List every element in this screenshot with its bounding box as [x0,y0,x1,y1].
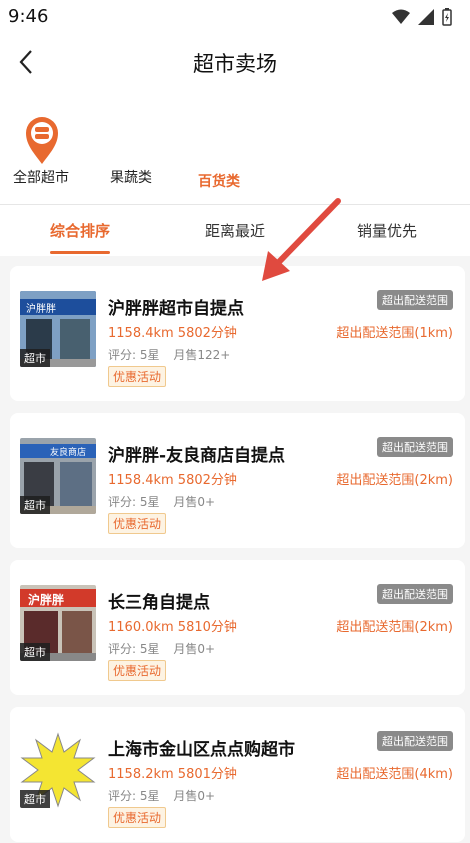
promo-tag: 优惠活动 [108,513,167,534]
store-rating: 评分: 5星 [108,348,160,362]
store-name: 长三角自提点 [108,593,210,613]
annotation-arrow-icon [262,198,341,281]
store-sales: 月售0+ [173,495,216,509]
tab-sales[interactable]: 销量优先 [327,220,447,241]
store-distance: 1158.4km 5802分钟 [108,473,237,488]
store-sales: 月售122+ [173,348,231,362]
store-meta: 评分: 5星 月售0+ [108,787,215,804]
tab-comprehensive[interactable]: 综合排序 [20,220,140,241]
category-produce[interactable]: 果蔬类 [98,167,164,187]
nav-bar: 超市卖场 [0,34,470,90]
range-badge: 超出配送范围 [377,731,453,751]
store-meta: 评分: 5星 月售0+ [108,493,215,510]
range-badge: 超出配送范围 [377,290,453,310]
range-text: 超出配送范围(2km) [336,473,453,488]
category-row: 全部超市 果蔬类 百货类 [0,105,470,200]
storefront-sign-text: 友良商店 [50,448,87,458]
store-thumbnail: 沪胖胖 超市 [20,585,96,661]
store-meta: 评分: 5星 月售0+ [108,640,215,657]
tab-underline [50,251,110,254]
thumb-label: 超市 [20,643,50,661]
store-name: 上海市金山区点点购超市 [108,740,295,760]
store-distance: 1158.4km 5802分钟 [108,326,237,341]
wifi-icon [392,9,410,24]
page-title: 超市卖场 [193,52,277,76]
thumb-label: 超市 [20,496,50,514]
range-text: 超出配送范围(2km) [336,620,453,635]
promo-tag: 优惠活动 [108,807,167,828]
store-thumbnail: 沪胖胖 超市 [20,291,96,367]
store-card[interactable]: 沪胖胖 超市 沪胖胖超市自提点 1158.4km 5802分钟 评分: 5星 月… [10,266,465,401]
range-text: 超出配送范围(1km) [336,326,453,341]
sort-tabs: 综合排序 距离最近 销量优先 [0,205,470,255]
store-distance: 1160.0km 5810分钟 [108,620,237,635]
signal-icon [418,9,434,25]
store-name: 沪胖胖-友良商店自提点 [108,446,286,466]
storefront-sign-text: 沪胖胖 [28,593,65,607]
thumb-label: 超市 [20,790,50,808]
store-card[interactable]: 超市 上海市金山区点点购超市 1158.2km 5801分钟 评分: 5星 月售… [10,707,465,842]
category-general-goods[interactable]: 百货类 [186,171,252,191]
store-rating: 评分: 5星 [108,789,160,803]
supermarket-pin-icon [26,117,58,164]
store-sales: 月售0+ [173,789,216,803]
thumb-label: 超市 [20,349,50,367]
store-distance: 1158.2km 5801分钟 [108,767,237,782]
store-thumbnail: 超市 [20,732,96,808]
range-badge: 超出配送范围 [377,584,453,604]
category-all-supermarkets[interactable]: 全部超市 [8,167,74,187]
store-rating: 评分: 5星 [108,642,160,656]
status-icons [392,8,452,26]
promo-tag: 优惠活动 [108,366,167,387]
store-card[interactable]: 沪胖胖 超市 长三角自提点 1160.0km 5810分钟 评分: 5星 月售0… [10,560,465,695]
range-badge: 超出配送范围 [377,437,453,457]
status-time: 9:46 [8,6,49,27]
store-list: 沪胖胖 超市 沪胖胖超市自提点 1158.4km 5802分钟 评分: 5星 月… [0,256,470,843]
promo-tag: 优惠活动 [108,660,167,681]
store-meta: 评分: 5星 月售122+ [108,346,230,363]
storefront-sign-text: 沪胖胖 [26,304,56,315]
store-thumbnail: 友良商店 超市 [20,438,96,514]
store-card[interactable]: 友良商店 超市 沪胖胖-友良商店自提点 1158.4km 5802分钟 评分: … [10,413,465,548]
store-sales: 月售0+ [173,642,216,656]
battery-icon [442,8,452,26]
range-text: 超出配送范围(4km) [336,767,453,782]
store-rating: 评分: 5星 [108,495,160,509]
store-name: 沪胖胖超市自提点 [108,299,244,319]
status-bar: 9:46 [0,0,470,34]
